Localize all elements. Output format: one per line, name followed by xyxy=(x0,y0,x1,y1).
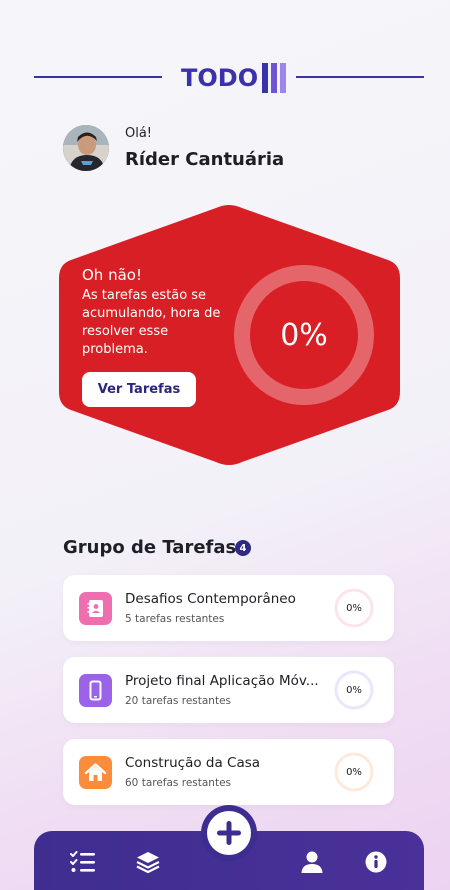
alert-title: Oh não! xyxy=(82,266,142,284)
overall-progress-label: 0% xyxy=(280,317,328,353)
avatar[interactable] xyxy=(63,125,109,171)
task-group-title: Grupo de Tarefas xyxy=(63,537,237,558)
mobile-phone-icon xyxy=(79,674,112,707)
task-group-title: Desafios Contemporâneo xyxy=(125,591,296,607)
app-header: TODO xyxy=(0,58,450,98)
task-group-card[interactable]: Projeto final Aplicação Móv... 20 tarefa… xyxy=(63,657,394,723)
add-icon xyxy=(217,821,241,845)
header-divider-left xyxy=(34,76,162,78)
header-divider-right xyxy=(296,76,424,78)
task-progress-label: 0% xyxy=(346,684,362,696)
info-icon[interactable] xyxy=(363,850,389,874)
greeting-hello: Olá! xyxy=(125,126,153,141)
overdue-alert-card: Oh não! As tarefas estão se acumulando, … xyxy=(58,202,401,468)
task-group-card[interactable]: Construção da Casa 60 tarefas restantes … xyxy=(63,739,394,805)
layers-icon[interactable] xyxy=(135,850,161,874)
task-group-title: Construção da Casa xyxy=(125,755,261,771)
house-icon xyxy=(79,756,112,789)
task-group-card[interactable]: Desafios Contemporâneo 5 tarefas restant… xyxy=(63,575,394,641)
contacts-book-icon xyxy=(79,592,112,625)
alert-message: As tarefas estão se acumulando, hora de … xyxy=(82,288,221,357)
logo-text: TODO xyxy=(181,64,259,92)
app-logo: TODO xyxy=(181,63,287,93)
view-tasks-button[interactable]: Ver Tarefas xyxy=(82,372,196,407)
logo-bars-icon xyxy=(262,63,287,93)
task-group-title: Projeto final Aplicação Móv... xyxy=(125,673,319,689)
task-group-count-badge: 4 xyxy=(235,540,251,556)
user-icon[interactable] xyxy=(299,850,325,874)
add-task-button[interactable] xyxy=(207,811,251,855)
task-group-remaining: 20 tarefas restantes xyxy=(125,695,232,707)
user-name: Ríder Cantuária xyxy=(125,149,285,170)
task-group-remaining: 5 tarefas restantes xyxy=(125,613,225,625)
task-group-remaining: 60 tarefas restantes xyxy=(125,777,232,789)
task-progress-label: 0% xyxy=(346,602,362,614)
task-list-icon[interactable] xyxy=(70,850,96,874)
task-progress-label: 0% xyxy=(346,766,362,778)
